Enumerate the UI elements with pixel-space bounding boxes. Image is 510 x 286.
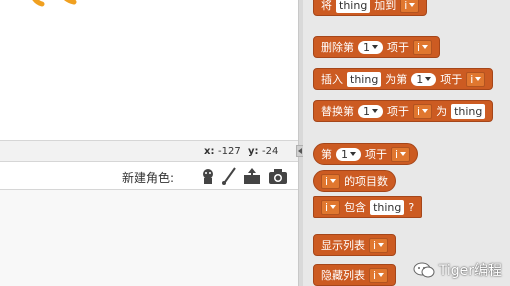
insert-item-block[interactable]: 插入 thing 为第 1 项于 i bbox=[313, 68, 494, 90]
delete-item-block[interactable]: 删除第 1 项于 i bbox=[313, 36, 441, 58]
index-input[interactable]: 1 bbox=[336, 147, 361, 161]
paint-brush-icon[interactable] bbox=[220, 167, 240, 185]
chevron-down-icon bbox=[422, 45, 429, 49]
stage-canvas[interactable] bbox=[0, 0, 298, 140]
thing-input[interactable]: thing bbox=[347, 71, 382, 87]
chevron-down-icon bbox=[422, 109, 429, 113]
block-text: 删除第 bbox=[321, 41, 354, 54]
thing-input[interactable]: thing bbox=[370, 199, 405, 215]
block-text: 替换第 bbox=[321, 105, 354, 118]
block-text: 显示列表 bbox=[321, 239, 365, 252]
block-text: 项于 bbox=[365, 148, 387, 161]
camera-icon[interactable] bbox=[268, 167, 288, 185]
block-text: 项于 bbox=[387, 41, 409, 54]
watermark: Tiger编程 bbox=[413, 260, 502, 280]
y-label: y: bbox=[248, 146, 259, 157]
block-text: 第 bbox=[321, 148, 332, 161]
sprite-list-area[interactable] bbox=[0, 190, 298, 286]
chevron-down-icon bbox=[372, 109, 378, 113]
blocks-palette: 将 thing 加到 i 删除第 1 项于 i 插入 thing 为第 1 项于… bbox=[303, 0, 510, 286]
x-value: -127 bbox=[218, 146, 241, 157]
thing-input[interactable]: thing bbox=[336, 0, 371, 13]
mouse-coordinates: x: -127 y: -24 bbox=[0, 140, 298, 162]
block-text: 为第 bbox=[385, 73, 408, 86]
chevron-down-icon bbox=[372, 45, 378, 49]
new-sprite-toolbar: 新建角色: bbox=[0, 162, 298, 190]
hide-list-block[interactable]: 隐藏列表 i bbox=[313, 264, 397, 286]
chevron-down-icon bbox=[475, 77, 482, 81]
index-input[interactable]: 1 bbox=[358, 40, 383, 54]
block-text: 项于 bbox=[387, 105, 409, 118]
index-input[interactable]: 1 bbox=[411, 72, 437, 86]
block-text: 插入 bbox=[321, 73, 343, 86]
list-dropdown[interactable]: i bbox=[321, 199, 341, 215]
length-of-list-reporter[interactable]: i 的项目数 bbox=[313, 170, 397, 192]
list-dropdown[interactable]: i bbox=[413, 103, 433, 119]
new-sprite-label: 新建角色: bbox=[122, 171, 175, 185]
x-label: x: bbox=[204, 146, 215, 157]
show-list-block[interactable]: 显示列表 i bbox=[313, 234, 397, 256]
y-value: -24 bbox=[262, 146, 279, 157]
chevron-down-icon bbox=[330, 205, 337, 209]
list-dropdown[interactable]: i bbox=[321, 173, 341, 189]
list-dropdown[interactable]: i bbox=[466, 71, 486, 87]
block-text: 的项目数 bbox=[344, 175, 389, 188]
chevron-down-icon bbox=[409, 3, 416, 7]
chevron-down-icon bbox=[378, 273, 385, 277]
list-dropdown[interactable]: i bbox=[391, 146, 411, 162]
chevron-down-icon bbox=[400, 152, 407, 156]
block-text: 项于 bbox=[440, 73, 463, 86]
index-input[interactable]: 1 bbox=[358, 104, 383, 118]
chevron-down-icon bbox=[378, 243, 385, 247]
list-dropdown[interactable]: i bbox=[369, 267, 389, 283]
list-contains-boolean[interactable]: i 包含 thing ? bbox=[313, 196, 423, 218]
add-to-list-block[interactable]: 将 thing 加到 i bbox=[313, 0, 428, 16]
block-text: 加到 bbox=[374, 0, 397, 12]
block-text: ? bbox=[408, 200, 415, 214]
thing-input[interactable]: thing bbox=[451, 103, 486, 119]
block-text: 将 bbox=[321, 0, 332, 12]
list-dropdown[interactable]: i bbox=[413, 39, 433, 55]
watermark-text: Tiger编程 bbox=[438, 263, 502, 279]
list-dropdown[interactable]: i bbox=[369, 237, 389, 253]
block-text: 包含 bbox=[344, 201, 367, 214]
wechat-icon bbox=[413, 262, 435, 278]
chevron-down-icon bbox=[425, 77, 432, 81]
sprite-graphic[interactable] bbox=[28, 0, 88, 14]
chevron-down-icon bbox=[330, 179, 337, 183]
block-text: 为 bbox=[436, 105, 448, 118]
list-dropdown[interactable]: i bbox=[400, 0, 420, 13]
item-of-list-reporter[interactable]: 第 1 项于 i bbox=[313, 143, 419, 165]
block-text: 隐藏列表 bbox=[321, 269, 365, 282]
upload-sprite-icon[interactable] bbox=[242, 167, 262, 185]
chevron-down-icon bbox=[350, 152, 356, 156]
replace-item-block[interactable]: 替换第 1 项于 i 为 thing bbox=[313, 100, 494, 122]
sprite-library-icon[interactable] bbox=[198, 167, 218, 185]
